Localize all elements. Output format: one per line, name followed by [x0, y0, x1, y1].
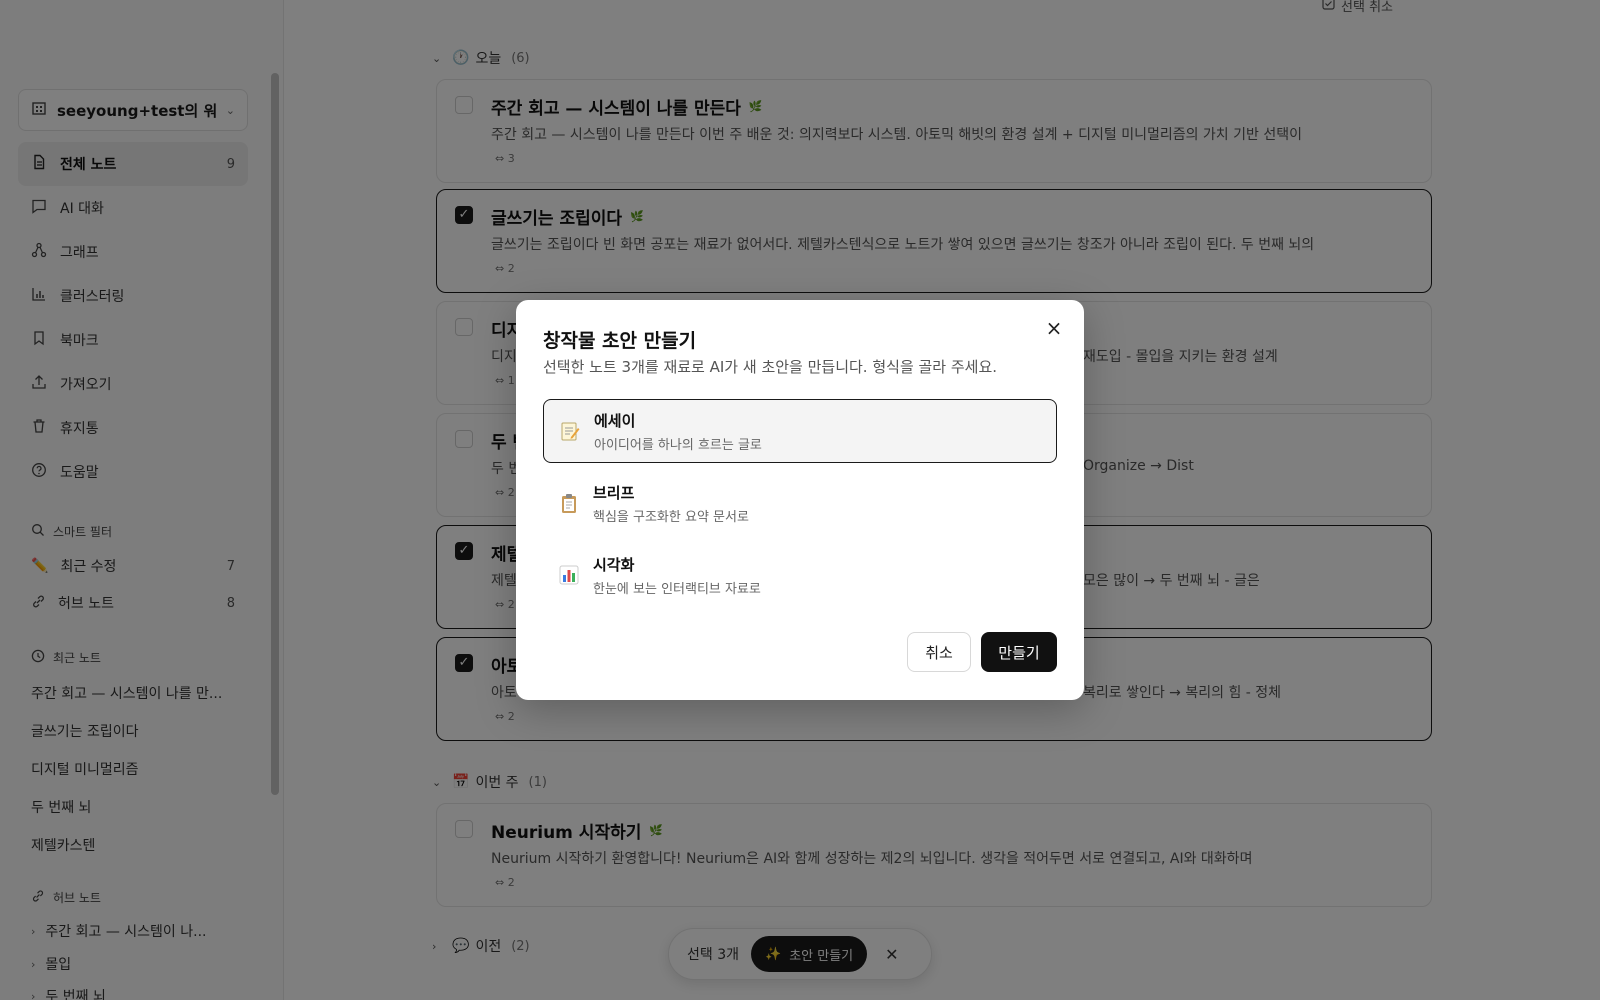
format-option-essay[interactable]: 에세이 아이디어를 하나의 흐르는 글로 — [543, 399, 1057, 463]
option-name: 에세이 — [594, 411, 636, 430]
memo-icon — [558, 419, 582, 443]
close-icon[interactable]: × — [1042, 316, 1066, 340]
create-button[interactable]: 만들기 — [981, 632, 1057, 672]
format-option-brief[interactable]: 브리프 핵심을 구조화한 요약 문서로 — [543, 471, 1057, 535]
create-draft-dialog: × 창작물 초안 만들기 선택한 노트 3개를 재료로 AI가 새 초안을 만듭… — [516, 300, 1084, 700]
dialog-title: 창작물 초안 만들기 — [543, 330, 697, 352]
option-description: 아이디어를 하나의 흐르는 글로 — [594, 437, 762, 453]
option-description: 핵심을 구조화한 요약 문서로 — [593, 509, 749, 525]
option-text: 에세이 아이디어를 하나의 흐르는 글로 — [594, 410, 762, 453]
option-text: 시각화 한눈에 보는 인터랙티브 자료로 — [593, 554, 761, 597]
dialog-description: 선택한 노트 3개를 재료로 AI가 새 초안을 만듭니다. 형식을 골라 주세… — [543, 358, 998, 376]
option-name: 브리프 — [593, 483, 635, 502]
bar-chart-icon — [557, 563, 581, 587]
option-text: 브리프 핵심을 구조화한 요약 문서로 — [593, 482, 749, 525]
cancel-button[interactable]: 취소 — [907, 632, 971, 672]
format-option-visualization[interactable]: 시각화 한눈에 보는 인터랙티브 자료로 — [543, 543, 1057, 607]
clipboard-icon — [557, 491, 581, 515]
option-description: 한눈에 보는 인터랙티브 자료로 — [593, 581, 761, 597]
option-name: 시각화 — [593, 555, 635, 574]
